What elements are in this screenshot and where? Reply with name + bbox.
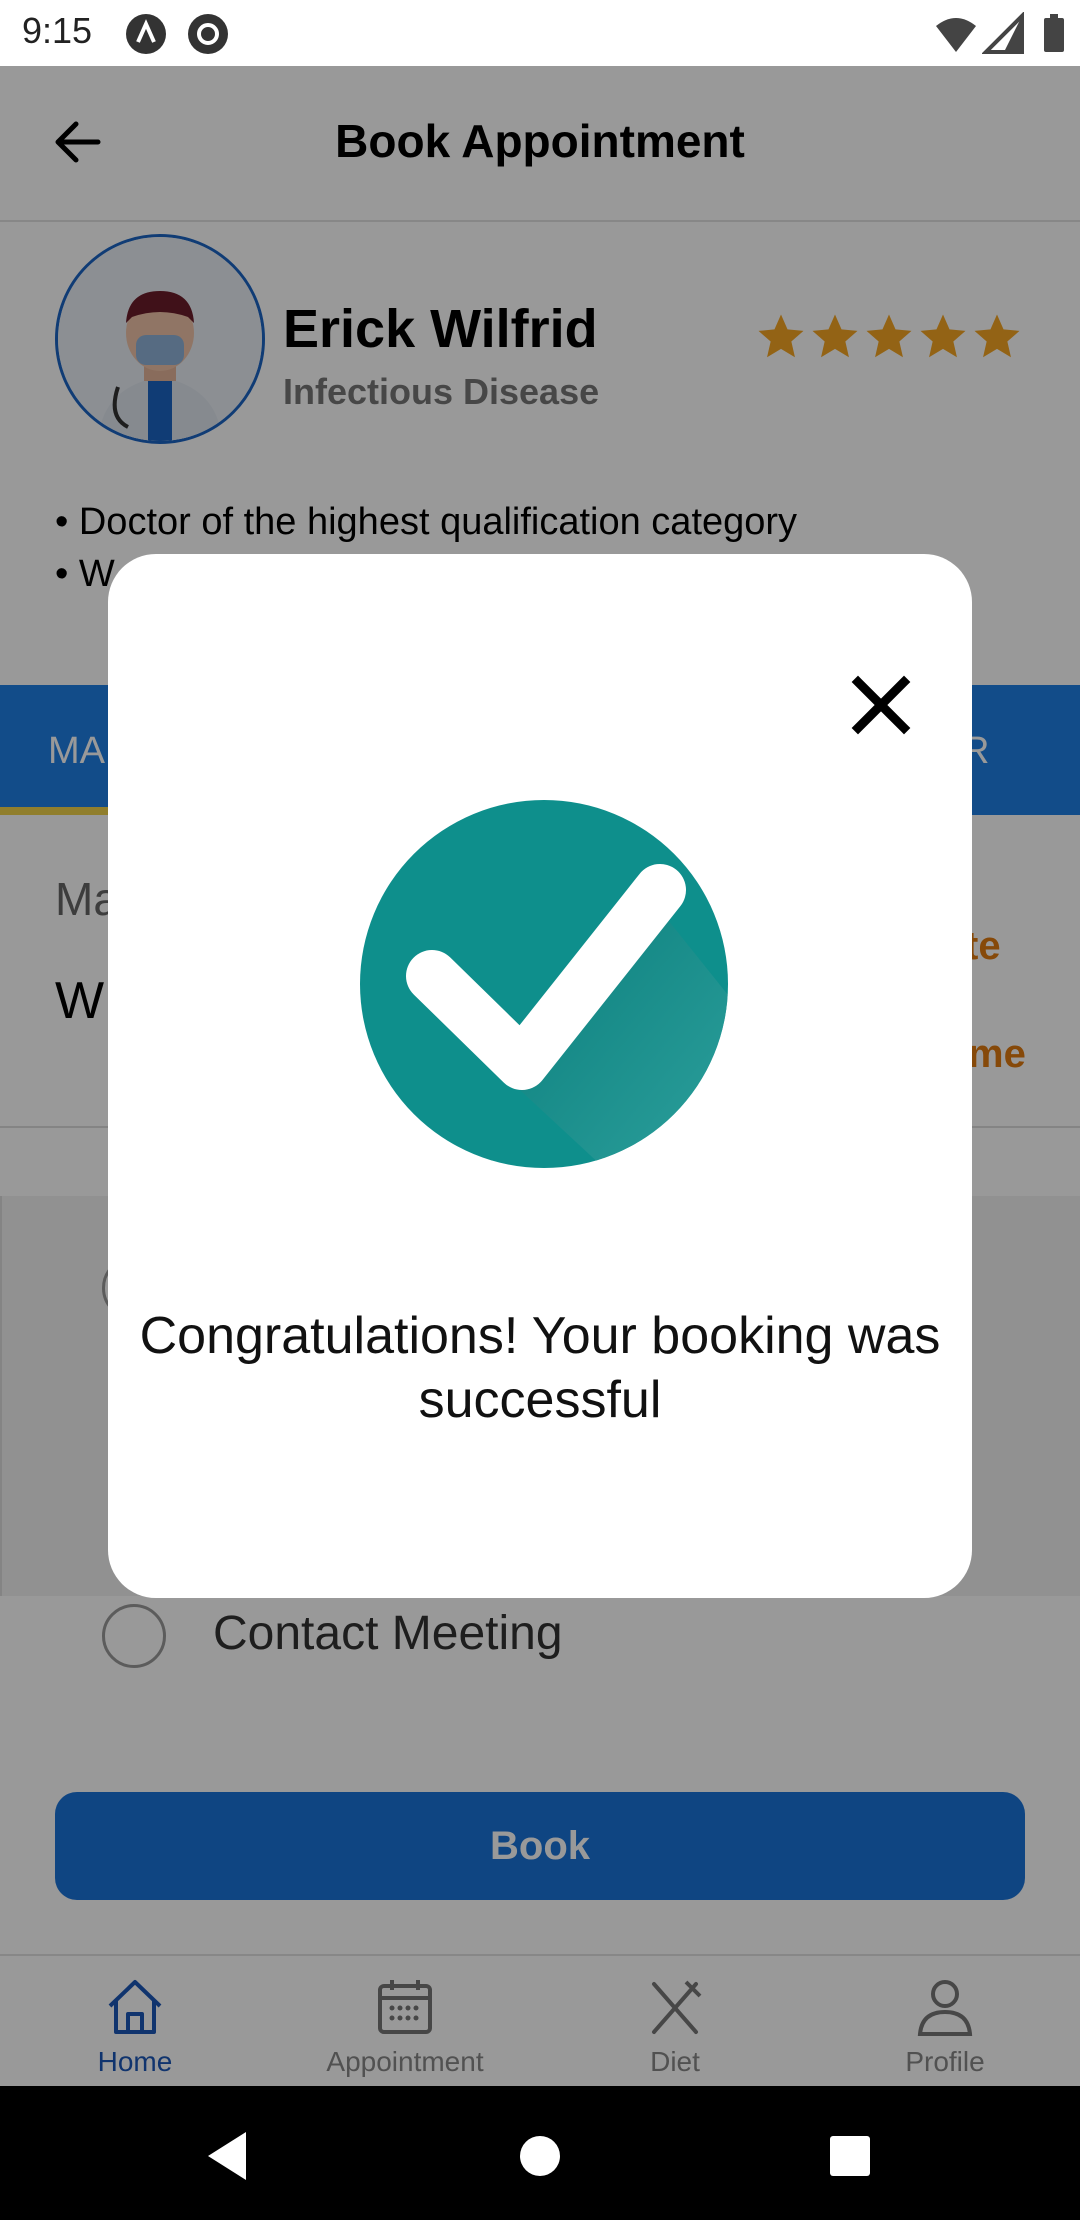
notification-a-icon [126, 14, 166, 54]
status-bar: 9:15 [0, 0, 1080, 66]
wifi-icon [936, 18, 976, 52]
system-navigation-bar [0, 2086, 1080, 2220]
booking-success-dialog: Congratulations! Your booking was succes… [108, 554, 972, 1598]
signal-icon [982, 12, 1024, 54]
home-nav-icon[interactable] [510, 2126, 570, 2186]
battery-icon [1044, 14, 1064, 52]
success-message: Congratulations! Your booking was succes… [139, 1307, 941, 1429]
status-time: 9:15 [22, 10, 93, 51]
close-icon[interactable] [838, 662, 924, 748]
back-nav-icon[interactable] [200, 2126, 260, 2186]
recents-nav-icon[interactable] [820, 2126, 880, 2186]
check-icon [360, 800, 728, 1168]
notification-at-icon [188, 14, 228, 54]
